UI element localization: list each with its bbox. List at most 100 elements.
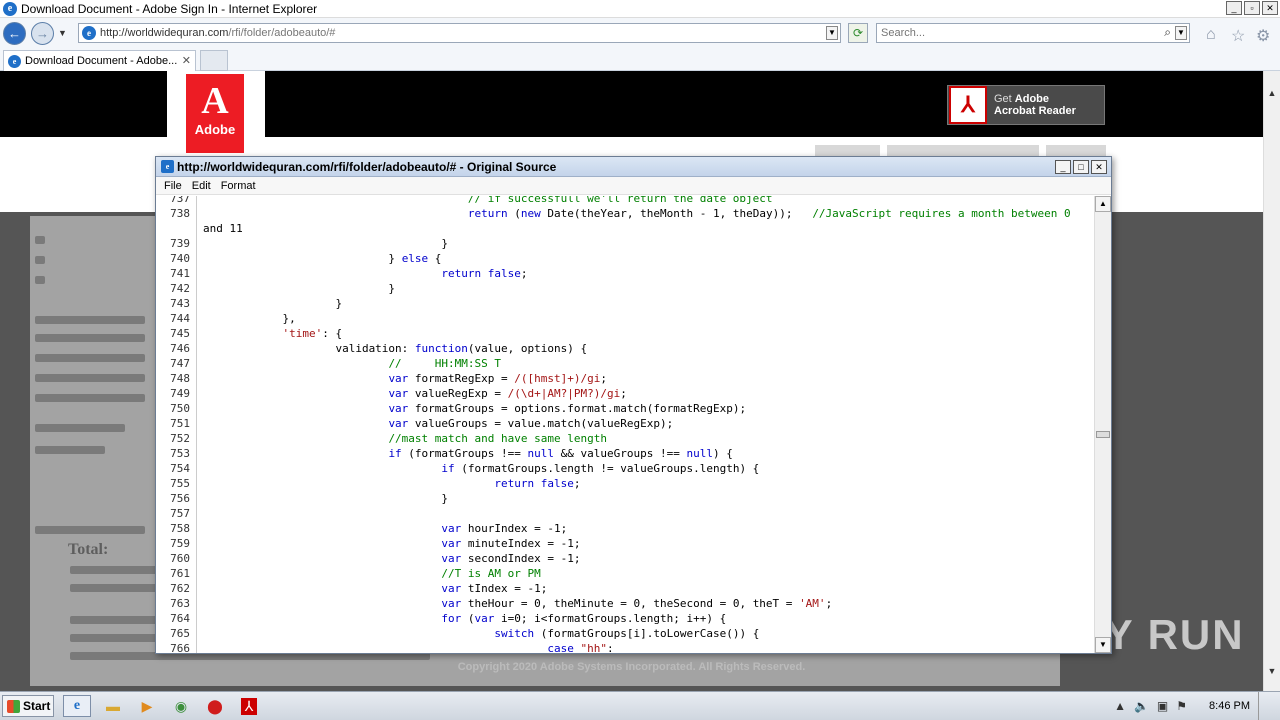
tab-download-document[interactable]: e Download Document - Adobe... ✕: [3, 50, 196, 71]
windows-flag-icon: [7, 699, 20, 713]
line-number: 743: [170, 297, 190, 310]
address-bar[interactable]: e http://worldwidequran.com/rfi/folder/a…: [78, 23, 841, 43]
code-line: 764 for (var i=0; i<formatGroups.length;…: [156, 611, 1071, 626]
tab-favicon-icon: e: [8, 54, 21, 68]
code-line: 751 var valueGroups = value.match(valueR…: [156, 416, 1071, 431]
line-content: 'time': {: [196, 326, 342, 341]
line-number: 745: [170, 327, 190, 340]
minimize-button[interactable]: _: [1226, 1, 1242, 15]
forward-button[interactable]: →: [31, 22, 54, 45]
internet-explorer-icon: e: [3, 1, 17, 16]
blurred-total-label: Total:: [68, 541, 109, 558]
page-scrollbar[interactable]: ▲ ▼: [1263, 71, 1280, 691]
system-tray: ▲ 🔈 ▣ ⚑ 8:46 PM: [1114, 692, 1280, 720]
new-tab-button[interactable]: [200, 50, 228, 71]
close-button[interactable]: ✕: [1262, 1, 1278, 15]
taskbar-internet-explorer[interactable]: e: [63, 695, 91, 717]
line-number: 763: [170, 597, 190, 610]
code-line: and 11: [156, 221, 1071, 236]
code-line: 739 }: [156, 236, 1071, 251]
source-scroll-down-icon[interactable]: ▼: [1095, 637, 1111, 653]
get-acrobat-reader-button[interactable]: ⅄ Get Adobe Acrobat Reader: [947, 85, 1105, 125]
line-content: var valueGroups = value.match(valueRegEx…: [196, 416, 673, 431]
taskbar-explorer[interactable]: ▬: [99, 695, 127, 717]
line-content: var secondIndex = -1;: [196, 551, 581, 566]
line-number: 764: [170, 612, 190, 625]
line-content: //T is AM or PM: [196, 566, 541, 581]
menu-file[interactable]: File: [164, 180, 182, 192]
show-desktop-button[interactable]: [1258, 692, 1270, 720]
line-content: for (var i=0; i<formatGroups.length; i++…: [196, 611, 726, 626]
scroll-up-icon[interactable]: ▲: [1264, 85, 1280, 101]
search-icon[interactable]: ⌕: [1164, 25, 1171, 40]
source-scroll-up-icon[interactable]: ▲: [1095, 196, 1111, 212]
line-content: if (formatGroups !== null && valueGroups…: [196, 446, 733, 461]
code-line: 745 'time': {: [156, 326, 1071, 341]
line-content: var formatRegExp = /([hmst]+)/gi;: [196, 371, 607, 386]
url-path: /rfi/folder/adobeauto/#: [228, 27, 336, 39]
line-content: }: [196, 491, 448, 506]
source-menu-bar: File Edit Format: [156, 177, 1111, 195]
home-icon[interactable]: ⌂: [1206, 26, 1216, 44]
clock[interactable]: 8:46 PM: [1209, 700, 1250, 712]
restore-button[interactable]: ▫: [1244, 1, 1260, 15]
line-number: 757: [170, 507, 190, 520]
page-icon: e: [82, 26, 96, 40]
refresh-button[interactable]: ⟳: [848, 23, 868, 43]
line-content: }: [196, 281, 395, 296]
line-number: 740: [170, 252, 190, 265]
source-minimize-button[interactable]: _: [1055, 160, 1071, 174]
source-scroll-thumb[interactable]: [1096, 431, 1110, 438]
taskbar-chrome[interactable]: ◉: [167, 695, 195, 717]
code-line: 744 },: [156, 311, 1071, 326]
source-close-button[interactable]: ✕: [1091, 160, 1107, 174]
action-center-flag-icon[interactable]: ⚑: [1176, 699, 1187, 713]
search-input[interactable]: [881, 27, 1151, 39]
source-code-area[interactable]: 737 // if successfull we'll return the d…: [156, 196, 1094, 653]
search-dropdown-icon[interactable]: ▼: [1175, 26, 1187, 40]
scroll-down-icon[interactable]: ▼: [1264, 663, 1280, 679]
favorites-star-icon[interactable]: ☆: [1231, 26, 1245, 46]
history-dropdown-icon[interactable]: ▼: [58, 28, 67, 38]
code-line: 752 //mast match and have same length: [156, 431, 1071, 446]
network-icon[interactable]: ▣: [1157, 699, 1168, 713]
volume-icon[interactable]: 🔈: [1134, 699, 1149, 713]
taskbar-opera[interactable]: ⬤: [201, 695, 229, 717]
code-line: 741 return false;: [156, 266, 1071, 281]
code-line: 755 return false;: [156, 476, 1071, 491]
line-content: case "hh":: [196, 641, 614, 653]
source-scrollbar[interactable]: ▲ ▼: [1094, 196, 1111, 653]
line-number: 759: [170, 537, 190, 550]
search-box[interactable]: ⌕ ▼: [876, 23, 1190, 43]
line-number: 752: [170, 432, 190, 445]
address-dropdown-icon[interactable]: ▼: [826, 26, 838, 40]
taskbar-acrobat[interactable]: ⅄: [235, 695, 263, 717]
line-content: },: [196, 311, 296, 326]
start-label: Start: [23, 699, 51, 713]
chrome-icon: ◉: [174, 697, 188, 714]
folder-icon: ▬: [106, 698, 120, 714]
show-hidden-icons-icon[interactable]: ▲: [1114, 699, 1126, 713]
taskbar: Start e ▬ ▶ ◉ ⬤ ⅄ ▲ 🔈 ▣ ⚑ 8:46 PM: [0, 691, 1280, 720]
menu-edit[interactable]: Edit: [192, 180, 211, 192]
line-number: 765: [170, 627, 190, 640]
line-content: }: [196, 236, 448, 251]
code-line: 740 } else {: [156, 251, 1071, 266]
window-title: Download Document - Adobe Sign In - Inte…: [21, 1, 318, 16]
line-content: // HH:MM:SS T: [196, 356, 501, 371]
menu-format[interactable]: Format: [221, 180, 256, 192]
taskbar-media-player[interactable]: ▶: [133, 695, 161, 717]
back-button[interactable]: ←: [3, 22, 26, 45]
close-tab-icon[interactable]: ✕: [182, 54, 191, 67]
code-line: 757: [156, 506, 1071, 521]
start-button[interactable]: Start: [2, 695, 54, 717]
adobe-logo-text: Adobe: [194, 122, 236, 137]
opera-icon: ⬤: [207, 697, 223, 714]
code-line: 766 case "hh":: [156, 641, 1071, 653]
gear-icon[interactable]: ⚙: [1256, 26, 1270, 46]
line-number: 756: [170, 492, 190, 505]
internet-explorer-icon: e: [73, 698, 81, 713]
source-maximize-button[interactable]: □: [1073, 160, 1089, 174]
source-window-title-bar: e http://worldwidequran.com/rfi/folder/a…: [156, 157, 1111, 177]
line-number: 738: [170, 207, 190, 220]
